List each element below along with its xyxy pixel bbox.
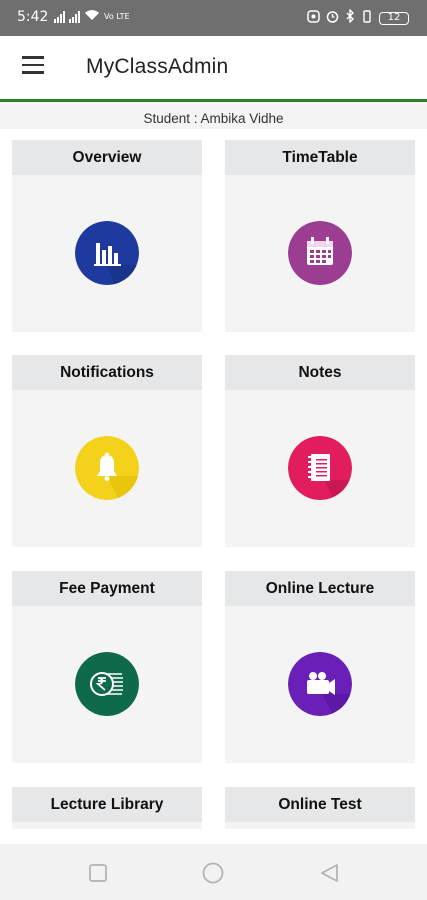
tile-label: TimeTable <box>225 140 415 175</box>
tile-online-lecture[interactable]: Online Lecture <box>225 571 415 763</box>
tile-overview[interactable]: Overview <box>12 140 202 332</box>
tile-label: Online Lecture <box>225 571 415 606</box>
tile-fee-payment[interactable]: Fee Payment <box>12 571 202 763</box>
bar-chart-icon <box>75 221 139 285</box>
bluetooth-icon <box>345 8 355 27</box>
status-time: 5:42 <box>17 9 49 25</box>
video-camera-icon <box>288 652 352 716</box>
tile-label: Lecture Library <box>12 787 202 822</box>
notepad-icon <box>288 436 352 500</box>
calendar-icon <box>288 221 352 285</box>
tile-timetable[interactable]: TimeTable <box>225 140 415 332</box>
signal-icon <box>69 11 80 23</box>
wifi-icon <box>84 9 100 25</box>
status-bar: 5:42 Vo LTE 12 <box>0 0 427 36</box>
triangle-back-icon[interactable] <box>319 862 341 884</box>
hamburger-menu-icon[interactable] <box>22 56 44 74</box>
tile-label: Notifications <box>12 355 202 390</box>
status-right-icons: 12 <box>307 8 409 27</box>
tile-online-test[interactable]: Online Test <box>225 787 415 829</box>
square-recents-icon[interactable] <box>87 862 109 884</box>
circle-home-icon[interactable] <box>202 862 224 884</box>
tile-notifications[interactable]: Notifications <box>12 355 202 547</box>
nfc-icon <box>307 9 320 27</box>
status-left-icons: Vo LTE <box>54 9 130 25</box>
bell-icon <box>75 436 139 500</box>
app-bar: MyClassAdmin <box>0 36 427 100</box>
battery-icon: 12 <box>379 11 409 25</box>
alarm-icon <box>326 10 339 27</box>
tile-lecture-library[interactable]: Lecture Library <box>12 787 202 829</box>
student-label: Student : Ambika Vidhe <box>0 102 427 129</box>
app-title: MyClassAdmin <box>86 55 229 78</box>
signal-icon <box>54 11 65 23</box>
tile-label: Fee Payment <box>12 571 202 606</box>
tile-label: Notes <box>225 355 415 390</box>
vibrate-icon <box>361 9 373 27</box>
tile-label: Overview <box>12 140 202 175</box>
volte-label: Vo LTE <box>104 12 130 21</box>
system-nav-bar <box>0 844 427 900</box>
tile-label: Online Test <box>225 787 415 822</box>
tile-notes[interactable]: Notes <box>225 355 415 547</box>
rupee-coins-icon <box>75 652 139 716</box>
